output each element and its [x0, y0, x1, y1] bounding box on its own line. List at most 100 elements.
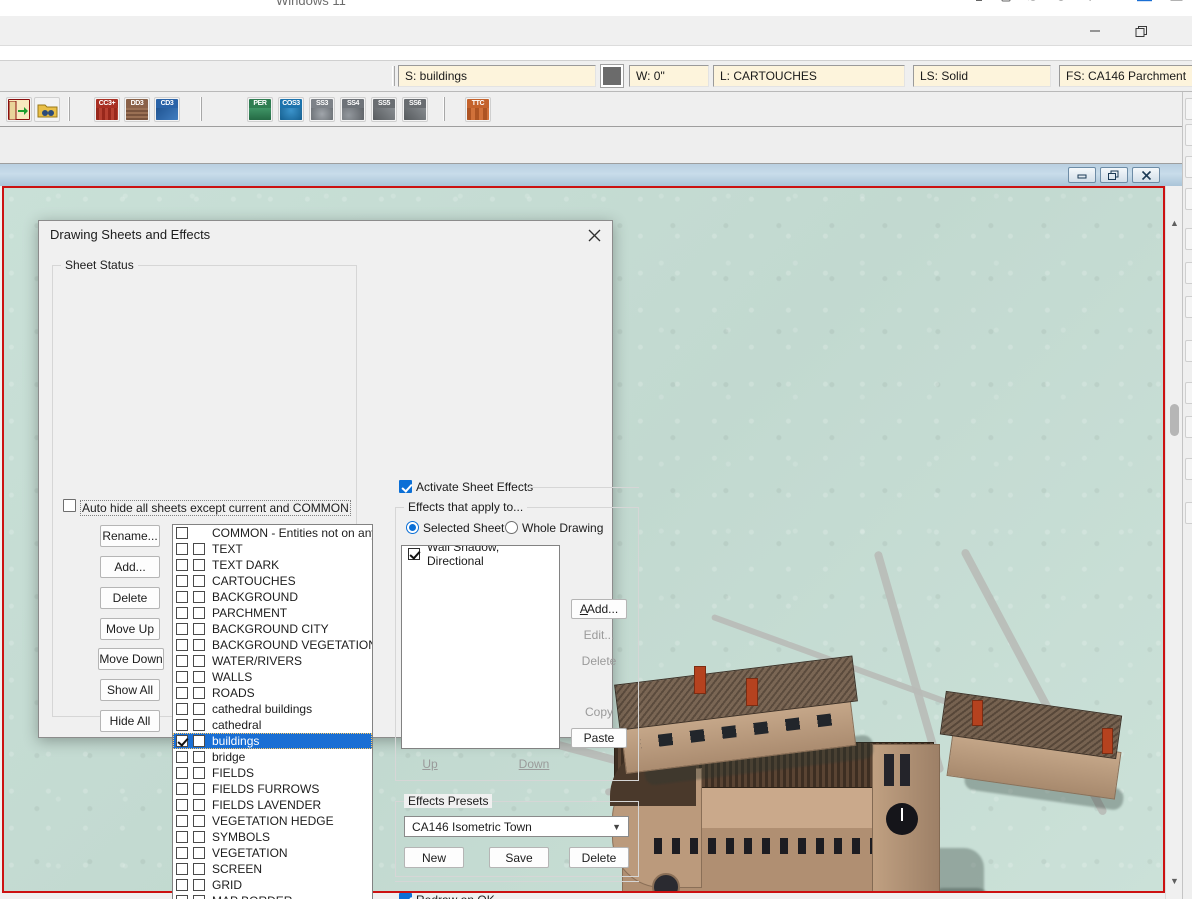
- ss6-button[interactable]: SS6: [402, 97, 428, 122]
- effects-list[interactable]: Wall Shadow, Directional: [401, 545, 560, 749]
- network-icon[interactable]: [1109, 0, 1122, 2]
- add-effect-button[interactable]: A Add...: [571, 599, 627, 619]
- browse-files-button[interactable]: [34, 97, 60, 122]
- sheet-list-item[interactable]: COMMON - Entities not on any: [173, 525, 372, 541]
- layer-field[interactable]: L: CARTOUCHES: [713, 65, 905, 87]
- sheet-list-item[interactable]: SCREEN: [173, 861, 372, 877]
- sheet-lock-checkbox[interactable]: [193, 879, 205, 891]
- activate-sheet-effects-checkbox[interactable]: [399, 480, 412, 493]
- menu-bar[interactable]: [0, 46, 1192, 61]
- scroll-down-button[interactable]: ▼: [1166, 872, 1183, 889]
- sheet-visible-checkbox[interactable]: [176, 863, 188, 875]
- sheet-lock-checkbox[interactable]: [193, 671, 205, 683]
- sheet-list-item[interactable]: cathedral: [173, 717, 372, 733]
- effect-list-item[interactable]: Wall Shadow, Directional: [402, 546, 559, 568]
- right-tool-button[interactable]: [1185, 416, 1192, 438]
- sheet-list-item[interactable]: BACKGROUND VEGETATION: [173, 637, 372, 653]
- dialog-close-button[interactable]: [580, 223, 608, 247]
- width-field[interactable]: W: 0": [629, 65, 709, 87]
- app-restore-button[interactable]: [1118, 16, 1164, 46]
- sheet-lock-checkbox[interactable]: [193, 847, 205, 859]
- ss3-button[interactable]: SS3: [309, 97, 335, 122]
- mdi-minimize-button[interactable]: [1068, 167, 1096, 183]
- scroll-up-button[interactable]: ▲: [1166, 214, 1183, 231]
- sheet-visible-checkbox[interactable]: [176, 543, 188, 555]
- sheet-field[interactable]: S: buildings: [398, 65, 596, 87]
- sheet-list-item[interactable]: FIELDS: [173, 765, 372, 781]
- sheet-lock-checkbox[interactable]: [193, 767, 205, 779]
- mdi-close-button[interactable]: [1132, 167, 1160, 183]
- cc3plus-button[interactable]: CC3+: [94, 97, 120, 122]
- activate-sheet-effects-label[interactable]: Activate Sheet Effects: [416, 480, 533, 494]
- sheet-visible-checkbox[interactable]: [176, 607, 188, 619]
- sheet-list-item[interactable]: MAP BORDER: [173, 893, 372, 899]
- sheet-lock-checkbox[interactable]: [193, 575, 205, 587]
- radio-selected-sheet-label[interactable]: Selected Sheet: [423, 521, 504, 535]
- sheet-lock-checkbox[interactable]: [193, 623, 205, 635]
- sheet-visible-checkbox[interactable]: [176, 751, 188, 763]
- sheet-list-item[interactable]: VEGETATION HEDGE: [173, 813, 372, 829]
- sheet-visible-checkbox[interactable]: [176, 639, 188, 651]
- save-preset-button[interactable]: Save: [489, 847, 549, 868]
- right-tool-button[interactable]: [1185, 458, 1192, 480]
- sheet-lock-checkbox[interactable]: [193, 687, 205, 699]
- fillstyle-field[interactable]: FS: CA146 Parchment: [1059, 65, 1192, 87]
- redraw-on-ok-checkbox[interactable]: [399, 893, 412, 899]
- radio-selected-sheet[interactable]: [406, 521, 419, 534]
- sheet-lock-checkbox[interactable]: [193, 815, 205, 827]
- sheet-list-item[interactable]: ROADS: [173, 685, 372, 701]
- sheet-lock-checkbox[interactable]: [193, 735, 205, 747]
- canvas-vertical-scrollbar[interactable]: ▲ ▼: [1165, 186, 1182, 899]
- sheet-visible-checkbox[interactable]: [176, 719, 188, 731]
- tablet-icon[interactable]: [1000, 0, 1012, 2]
- right-tool-button[interactable]: [1185, 228, 1192, 250]
- sheet-visible-checkbox[interactable]: [176, 735, 188, 747]
- paste-effect-button[interactable]: Paste: [571, 728, 627, 748]
- right-tool-button[interactable]: [1185, 382, 1192, 404]
- dd3-button[interactable]: DD3: [124, 97, 150, 122]
- per-button[interactable]: PER: [247, 97, 273, 122]
- sheet-visible-checkbox[interactable]: [176, 767, 188, 779]
- hide-all-button[interactable]: Hide All: [100, 710, 160, 732]
- sheet-list-item[interactable]: WALLS: [173, 669, 372, 685]
- sheet-list-item[interactable]: VEGETATION: [173, 845, 372, 861]
- mdi-restore-button[interactable]: [1100, 167, 1128, 183]
- cd3-button[interactable]: CD3: [154, 97, 180, 122]
- right-tool-button[interactable]: [1185, 124, 1192, 146]
- right-tool-button[interactable]: [1185, 98, 1192, 120]
- sheet-visible-checkbox[interactable]: [176, 559, 188, 571]
- right-tool-button[interactable]: [1185, 188, 1192, 210]
- auto-hide-checkbox[interactable]: [63, 499, 76, 512]
- sheet-visible-checkbox[interactable]: [176, 895, 188, 899]
- ss4-button[interactable]: SS4: [340, 97, 366, 122]
- load-drawing-button[interactable]: [6, 97, 32, 122]
- sheet-lock-checkbox[interactable]: [193, 831, 205, 843]
- sheet-lock-checkbox[interactable]: [193, 639, 205, 651]
- sheet-lock-checkbox[interactable]: [193, 783, 205, 795]
- volume-icon[interactable]: [1082, 0, 1095, 2]
- sheet-lock-checkbox[interactable]: [193, 799, 205, 811]
- sheet-list-item[interactable]: PARCHMENT: [173, 605, 372, 621]
- sheet-visible-checkbox[interactable]: [176, 799, 188, 811]
- right-tool-button[interactable]: [1185, 296, 1192, 318]
- sheet-visible-checkbox[interactable]: [176, 687, 188, 699]
- sheet-visible-checkbox[interactable]: [176, 847, 188, 859]
- sheet-list-item[interactable]: FIELDS FURROWS: [173, 781, 372, 797]
- ttc-button[interactable]: TTC: [465, 97, 491, 122]
- sheet-lock-checkbox[interactable]: [193, 559, 205, 571]
- add-sheet-button[interactable]: Add...: [100, 556, 160, 578]
- sheet-visible-checkbox[interactable]: [176, 671, 188, 683]
- cos3-button[interactable]: COS3: [278, 97, 304, 122]
- sheet-lock-checkbox[interactable]: [193, 607, 205, 619]
- display-icon[interactable]: [944, 0, 958, 2]
- globe-mute-icon[interactable]: [1026, 0, 1040, 2]
- toolbar-grip[interactable]: [392, 66, 395, 86]
- sheet-list-item[interactable]: FIELDS LAVENDER: [173, 797, 372, 813]
- right-tool-button[interactable]: [1185, 340, 1192, 362]
- sheet-list-item[interactable]: SYMBOLS: [173, 829, 372, 845]
- ss5-button[interactable]: SS5: [371, 97, 397, 122]
- sheet-visible-checkbox[interactable]: [176, 655, 188, 667]
- sheet-visible-checkbox[interactable]: [176, 527, 188, 539]
- sheet-visible-checkbox[interactable]: [176, 703, 188, 715]
- sheet-lock-checkbox[interactable]: [193, 719, 205, 731]
